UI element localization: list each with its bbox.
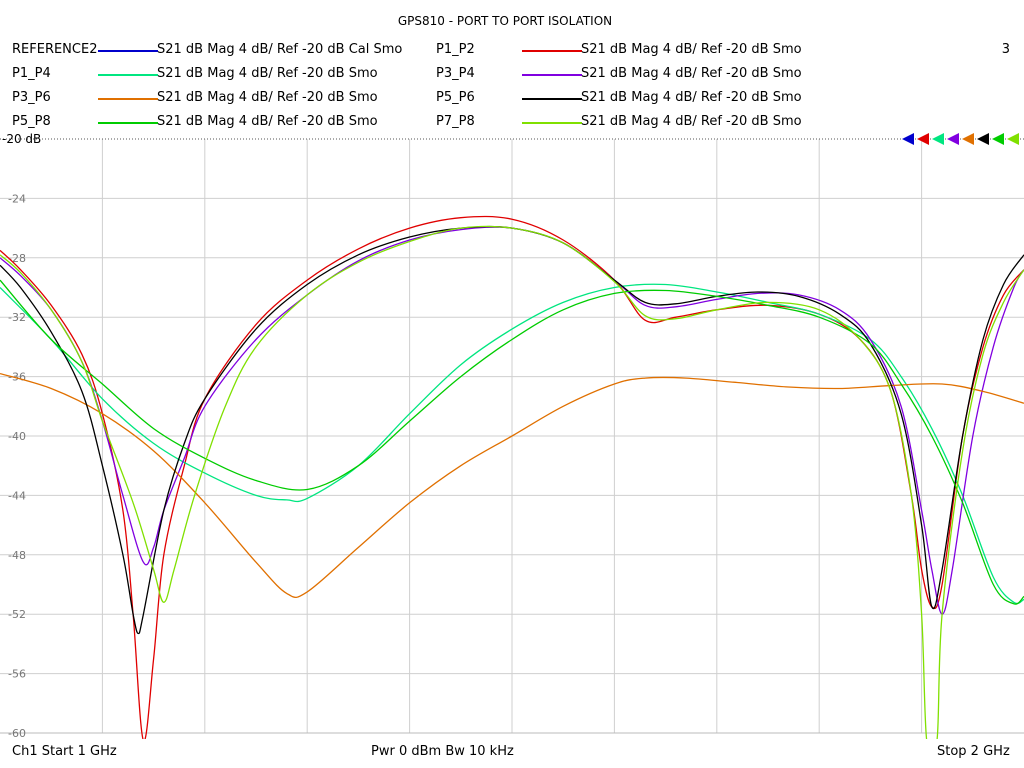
footer-stop: Stop 2 GHz bbox=[937, 744, 1010, 759]
y-tick-label: -60 bbox=[8, 727, 26, 740]
y-tick-label: -48 bbox=[8, 549, 26, 562]
reference-label: -20 dB bbox=[2, 132, 41, 146]
y-tick-label: -56 bbox=[8, 668, 26, 681]
y-tick-label: -24 bbox=[8, 192, 26, 205]
ref-marker bbox=[992, 133, 1004, 145]
y-tick-label: -44 bbox=[8, 489, 26, 502]
ref-marker bbox=[947, 133, 959, 145]
ref-marker bbox=[932, 133, 944, 145]
ref-marker bbox=[1007, 133, 1019, 145]
ref-marker bbox=[962, 133, 974, 145]
plot-area: -20 dB-24-28-32-36-40-44-48-52-56-60 bbox=[0, 132, 1024, 740]
y-tick-label: -40 bbox=[8, 430, 26, 443]
ref-marker bbox=[902, 133, 914, 145]
ref-marker bbox=[917, 133, 929, 145]
y-tick-label: -52 bbox=[8, 608, 26, 621]
ref-marker bbox=[977, 133, 989, 145]
footer-power-bandwidth: Pwr 0 dBm Bw 10 kHz bbox=[371, 744, 514, 759]
footer-start: Ch1 Start 1 GHz bbox=[12, 744, 117, 759]
y-tick-label: -32 bbox=[8, 311, 26, 324]
